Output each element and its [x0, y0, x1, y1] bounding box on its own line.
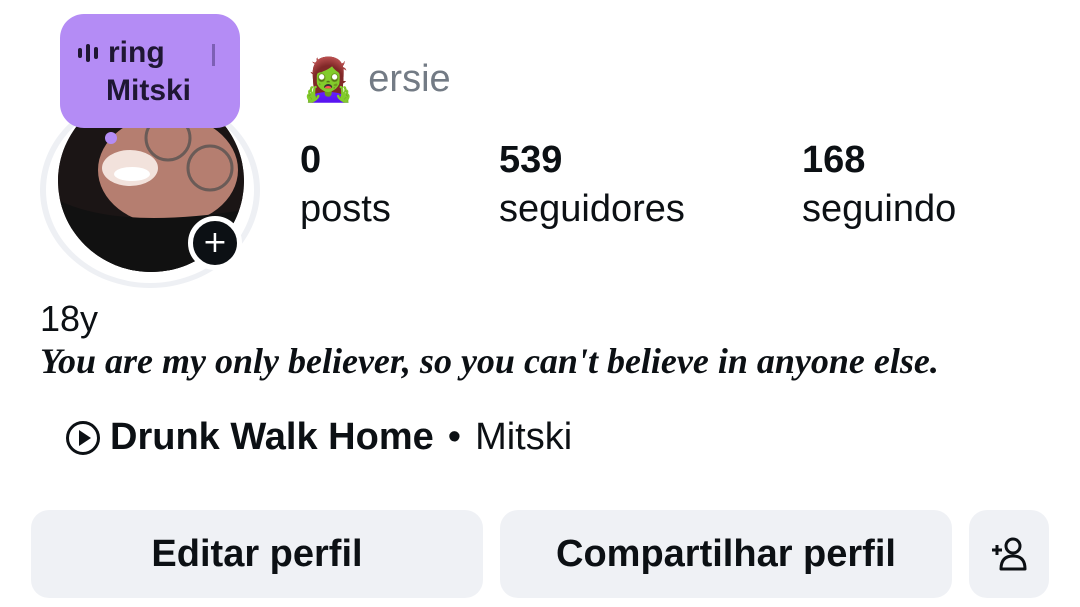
note-bubble-tail: [105, 132, 117, 144]
username-row: 🧟‍♀️ ersie: [302, 58, 451, 101]
zombie-emoji-icon: 🧟‍♀️: [302, 54, 355, 104]
profile-music[interactable]: Drunk Walk Home • Mitski: [66, 416, 572, 459]
play-icon[interactable]: [66, 420, 100, 455]
posts-count: 0: [300, 139, 322, 181]
stat-following[interactable]: 168 seguindo: [802, 136, 956, 235]
note-artist-text: Mitski: [106, 74, 192, 107]
bio-age: 18y: [40, 298, 99, 339]
artist-name: Mitski: [475, 416, 573, 458]
stat-posts[interactable]: 0 posts: [300, 136, 391, 235]
audio-wave-icon: [78, 44, 98, 62]
share-profile-button[interactable]: Compartilhar perfil: [500, 510, 952, 598]
note-marquee-edge: [212, 44, 215, 66]
add-person-button[interactable]: [969, 510, 1049, 598]
add-person-icon: [992, 537, 1027, 571]
add-story-button[interactable]: +: [188, 216, 242, 270]
note-bubble[interactable]: ring Mitski: [60, 14, 240, 128]
stat-followers[interactable]: 539 seguidores: [499, 136, 685, 235]
note-song-text: ring: [108, 36, 165, 69]
music-separator: •: [447, 416, 462, 458]
following-label: seguindo: [802, 188, 957, 231]
note-line1: ring: [78, 36, 165, 70]
edit-profile-button[interactable]: Editar perfil: [31, 510, 483, 598]
followers-count: 539: [499, 139, 563, 181]
followers-label: seguidores: [499, 188, 685, 231]
following-count: 168: [802, 139, 866, 181]
song-title: Drunk Walk Home: [110, 416, 434, 458]
username[interactable]: ersie: [368, 58, 450, 101]
posts-label: posts: [300, 188, 391, 231]
plus-icon: +: [202, 225, 228, 260]
bio-quote: You are my only believer, so you can't b…: [40, 341, 939, 381]
